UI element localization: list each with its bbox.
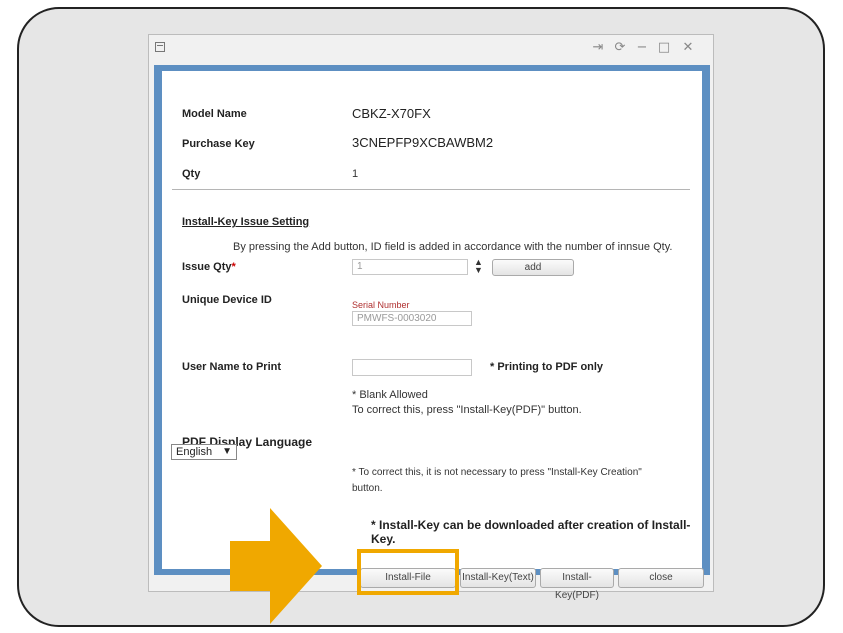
divider — [172, 189, 690, 190]
content-border: Model Name CBKZ-X70FX Purchase Key 3CNEP… — [154, 65, 710, 575]
model-name-label: Model Name — [182, 108, 247, 120]
install-key-text-button[interactable]: Install-Key(Text) — [460, 568, 536, 588]
minimize-icon[interactable]: − — [633, 39, 651, 57]
model-name-value: CBKZ-X70FX — [352, 106, 431, 121]
install-key-pdf-button[interactable]: Install-Key(PDF) — [540, 568, 614, 601]
install-file-highlight — [357, 549, 459, 595]
app-icon — [155, 42, 165, 52]
serial-number-label: Serial Number — [352, 300, 410, 310]
issue-qty-input[interactable]: 1 — [352, 259, 468, 275]
pin-icon[interactable]: ⇥ — [589, 39, 607, 57]
close-icon[interactable]: ✕ — [679, 39, 697, 57]
add-button[interactable]: add — [492, 259, 574, 276]
user-name-input[interactable] — [352, 359, 472, 376]
stepper-down-icon[interactable]: ▼ — [474, 266, 483, 275]
purchase-key-label: Purchase Key — [182, 138, 255, 150]
download-note: * Install-Key can be downloaded after cr… — [371, 518, 691, 546]
pdf-language-select[interactable]: English ▼ — [171, 444, 237, 460]
chevron-down-icon: ▼ — [222, 446, 232, 457]
correct-note-creation-line2: button. — [352, 483, 383, 494]
printing-note: * Printing to PDF only — [490, 361, 604, 373]
pointer-arrow-icon — [230, 508, 322, 624]
window-titlebar: ⇥ ⟳ − □ ✕ — [149, 35, 713, 63]
required-mark: * — [231, 261, 236, 273]
refresh-icon[interactable]: ⟳ — [611, 39, 629, 57]
correct-note-creation-line1: * To correct this, it is not necessary t… — [352, 467, 642, 478]
issue-qty-label-text: Issue Qty — [182, 261, 232, 273]
pdf-language-selected: English — [176, 446, 213, 458]
instruction-text: By pressing the Add button, ID field is … — [233, 241, 673, 253]
qty-label: Qty — [182, 168, 201, 180]
purchase-key-value: 3CNEPFP9XCBAWBM2 — [352, 135, 494, 150]
close-button[interactable]: close — [618, 568, 704, 588]
qty-value: 1 — [352, 168, 359, 180]
blank-allowed-note: * Blank Allowed — [352, 389, 428, 401]
issue-qty-label: Issue Qty* — [182, 261, 236, 273]
serial-number-field[interactable]: PMWFS-0003020 — [352, 311, 472, 326]
user-name-label: User Name to Print — [182, 361, 282, 373]
correct-note-pdf: To correct this, press "Install-Key(PDF)… — [352, 404, 582, 416]
content-panel: Model Name CBKZ-X70FX Purchase Key 3CNEP… — [162, 71, 702, 569]
section-title: Install-Key Issue Setting — [182, 216, 310, 228]
maximize-icon[interactable]: □ — [655, 39, 673, 57]
unique-device-id-label: Unique Device ID — [182, 294, 272, 306]
